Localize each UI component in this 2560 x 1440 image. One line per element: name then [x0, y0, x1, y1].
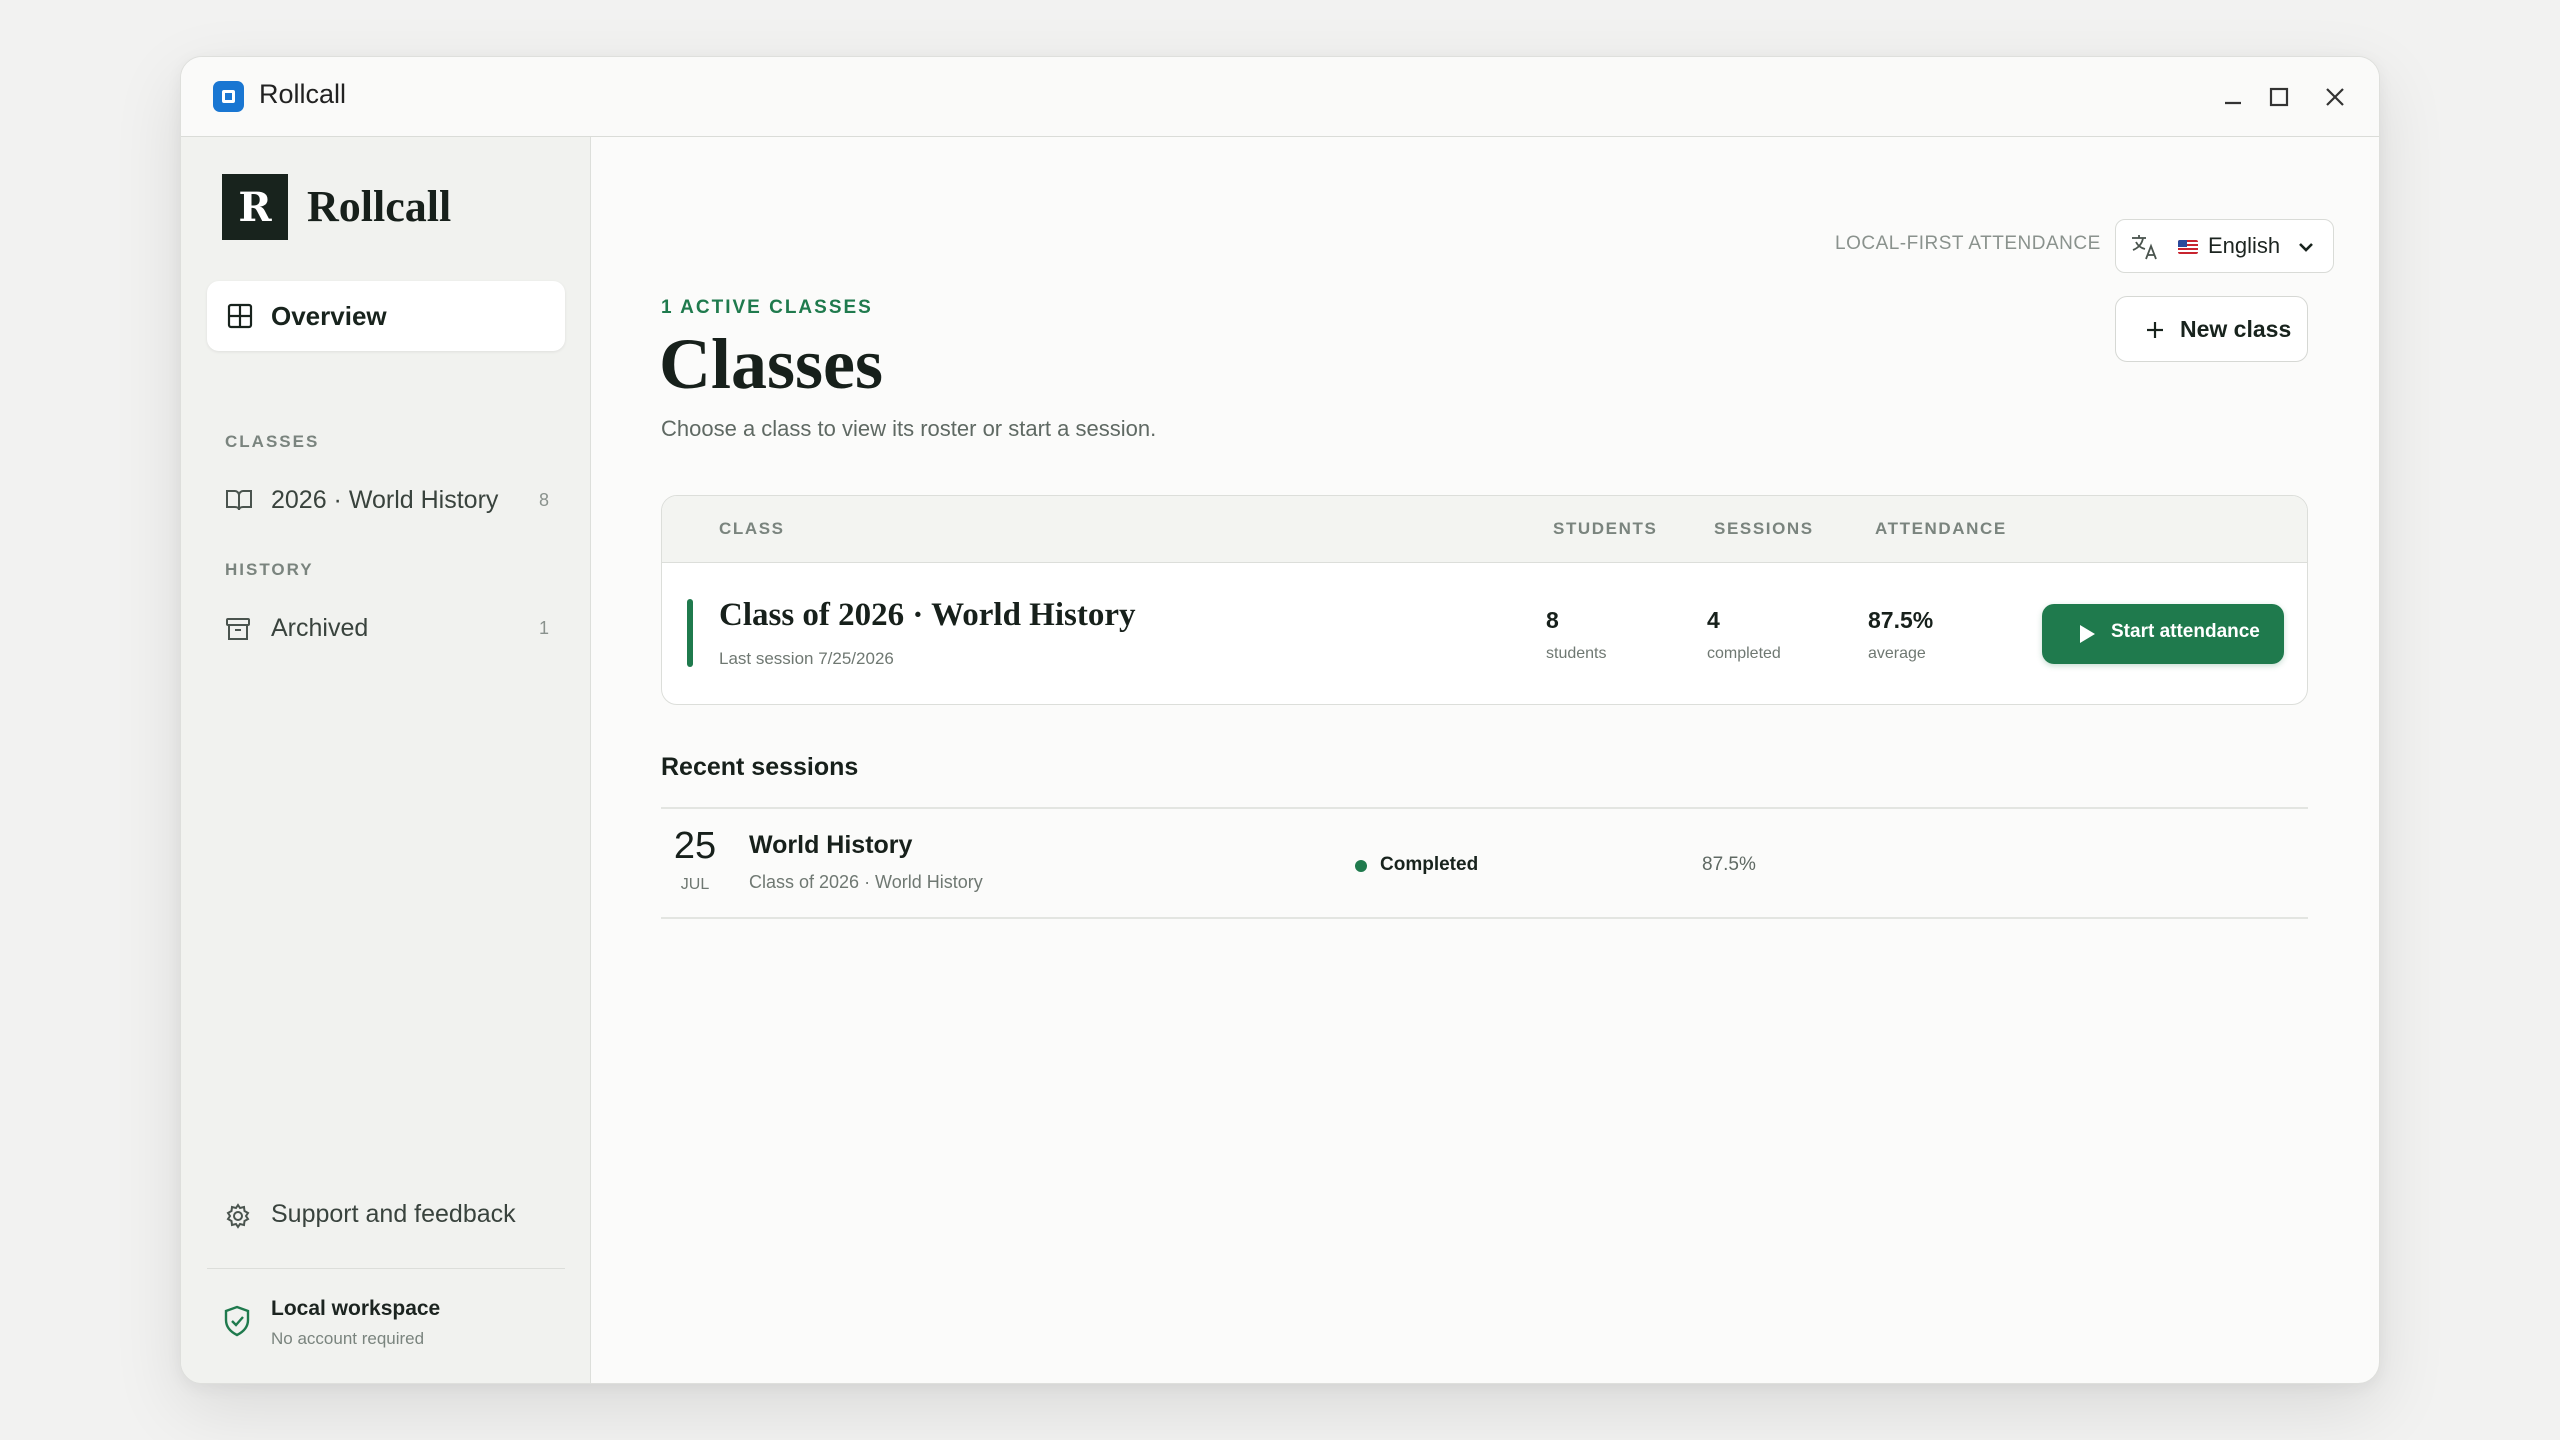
class-accent-bar: [687, 599, 693, 667]
book-icon: [225, 488, 253, 517]
brand-name: Rollcall: [307, 182, 452, 231]
class-last-session: Last session 7/25/2026: [719, 649, 894, 668]
plus-icon: [2144, 319, 2166, 346]
workspace-subtitle: No account required: [271, 1329, 425, 1348]
sidebar-item-count: 8: [538, 490, 549, 510]
workspace-info: Local workspace No account required: [207, 1287, 565, 1359]
shield-check-icon: [223, 1305, 251, 1342]
new-class-button[interactable]: New class: [2115, 296, 2308, 362]
sidebar-item-label: Archived: [271, 614, 369, 642]
status-dot-icon: [1355, 860, 1367, 872]
session-status: Completed: [1380, 854, 1479, 875]
chevron-down-icon: [2297, 238, 2315, 261]
minimize-icon: [2225, 101, 2241, 105]
brand-logo: R: [222, 174, 288, 240]
new-class-label: New class: [2180, 316, 2292, 342]
sidebar-section-classes: CLASSES: [225, 432, 320, 451]
app-window: Rollcall R Rollcall Overview CLASSES 202…: [180, 56, 2380, 1384]
attendance-label: average: [1868, 645, 1926, 662]
sidebar-item-archived[interactable]: Archived 1: [207, 600, 565, 656]
session-row[interactable]: 25 JUL World History Class of 2026 · Wor…: [661, 809, 2308, 919]
students-count: 8: [1546, 607, 1559, 633]
attendance-value: 87.5%: [1868, 607, 1934, 633]
gear-icon: [225, 1203, 251, 1234]
classes-table: CLASS STUDENTS SESSIONS ATTENDANCE Class…: [661, 495, 2308, 705]
sidebar-item-label: Overview: [271, 301, 387, 331]
language-label: English: [2208, 233, 2281, 258]
session-month: JUL: [680, 876, 710, 893]
sidebar-divider: [207, 1268, 565, 1269]
main-content: LOCAL-FIRST ATTENDANCE English 1 ACTIVE …: [591, 137, 2379, 1383]
close-button[interactable]: [2305, 73, 2365, 121]
sessions-label: completed: [1707, 645, 1781, 662]
sidebar-section-history: HISTORY: [225, 560, 314, 579]
students-label: students: [1546, 645, 1607, 662]
maximize-icon: [2269, 87, 2289, 107]
session-day: 25: [673, 825, 717, 867]
recent-sessions-title: Recent sessions: [661, 753, 859, 781]
table-row[interactable]: Class of 2026 · World History Last sessi…: [662, 563, 2307, 704]
table-header: CLASS STUDENTS SESSIONS ATTENDANCE: [662, 496, 2307, 563]
play-icon: [2078, 624, 2096, 649]
column-header-students: STUDENTS: [1553, 519, 1658, 538]
sessions-count: 4: [1707, 607, 1720, 633]
grid-icon: [227, 303, 253, 334]
language-select[interactable]: English: [2115, 219, 2334, 273]
archive-icon: [225, 616, 251, 647]
column-header-sessions: SESSIONS: [1714, 519, 1814, 538]
workspace-title: Local workspace: [271, 1297, 441, 1320]
sidebar-item-class[interactable]: 2026 · World History 8: [207, 472, 565, 528]
window-title: Rollcall: [259, 79, 347, 109]
support-feedback-link[interactable]: Support and feedback: [207, 1187, 565, 1243]
start-attendance-button[interactable]: Start attendance: [2042, 604, 2284, 664]
app-tagline: LOCAL-FIRST ATTENDANCE: [1835, 233, 2101, 254]
sidebar: R Rollcall Overview CLASSES 2026 · World…: [181, 137, 591, 1383]
sidebar-item-label: 2026 · World History: [271, 486, 499, 514]
app-icon: [213, 81, 244, 112]
sidebar-item-count: 1: [538, 618, 549, 638]
maximize-button[interactable]: [2249, 73, 2309, 121]
translate-icon: [2130, 233, 2160, 266]
column-header-class: CLASS: [719, 519, 785, 538]
page-subtitle: Choose a class to view its roster or sta…: [661, 416, 1157, 441]
close-icon: [2326, 88, 2344, 106]
page-title: Classes: [659, 324, 884, 404]
active-classes-count: 1 ACTIVE CLASSES: [661, 297, 873, 318]
us-flag-icon: [2178, 240, 2198, 254]
title-bar: Rollcall: [181, 57, 2379, 137]
sidebar-item-overview[interactable]: Overview: [207, 281, 565, 351]
support-label: Support and feedback: [271, 1200, 516, 1228]
start-attendance-label: Start attendance: [2111, 621, 2260, 642]
session-class: Class of 2026 · World History: [749, 872, 983, 892]
session-attendance: 87.5%: [1702, 854, 1756, 875]
column-header-attendance: ATTENDANCE: [1875, 519, 2007, 538]
session-title: World History: [749, 831, 913, 859]
class-name: Class of 2026 · World History: [719, 597, 1136, 633]
